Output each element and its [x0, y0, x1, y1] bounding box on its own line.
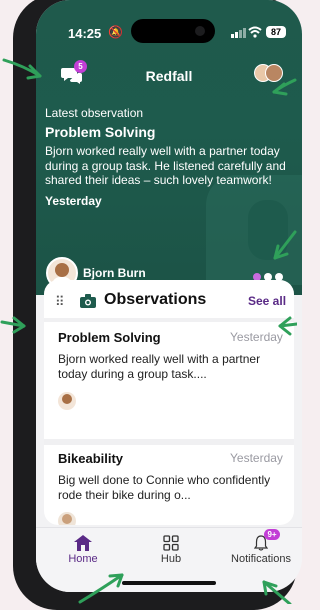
annotation-arrow-head — [26, 64, 42, 80]
annotation-arrow — [78, 573, 124, 604]
scene: 14:25 🔕 87 5 Redfall Latest observation … — [0, 0, 302, 610]
annotation-arrows — [0, 58, 297, 604]
annotation-arrow — [2, 58, 42, 78]
annotation-arrow-head — [272, 82, 288, 96]
